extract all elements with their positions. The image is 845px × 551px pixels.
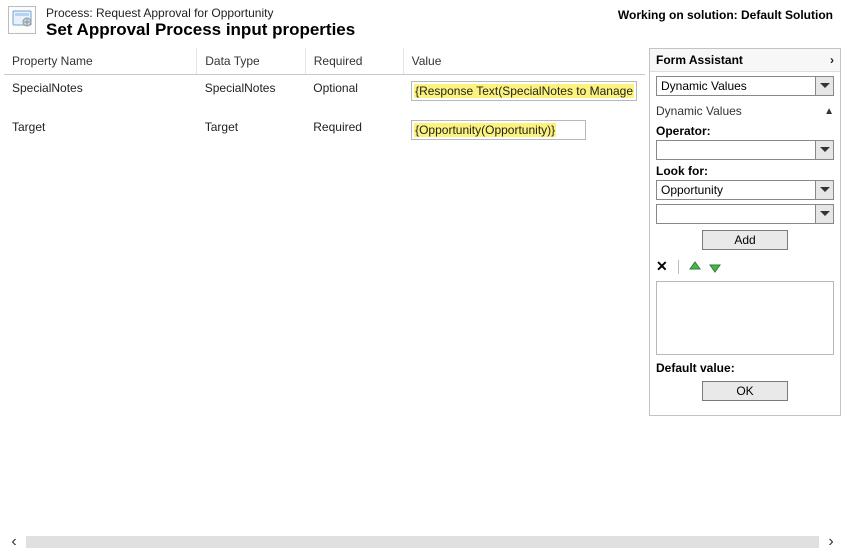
page-title: Set Approval Process input properties xyxy=(46,20,618,40)
process-breadcrumb: Process: Request Approval for Opportunit… xyxy=(46,6,618,20)
move-up-icon[interactable] xyxy=(689,261,701,273)
cell-required: Optional xyxy=(305,75,403,115)
chevron-down-icon xyxy=(815,77,833,95)
look-for-attribute-select[interactable] xyxy=(656,204,834,224)
ok-button[interactable]: OK xyxy=(702,381,788,401)
horizontal-scrollbar[interactable]: ‹ › xyxy=(0,533,845,551)
value-field-target[interactable]: {Opportunity(Opportunity)} xyxy=(411,120,586,140)
separator xyxy=(678,260,679,274)
working-on-solution: Working on solution: Default Solution xyxy=(618,6,837,22)
add-button[interactable]: Add xyxy=(702,230,788,250)
col-required[interactable]: Required xyxy=(305,48,403,75)
scroll-right-icon[interactable]: › xyxy=(823,533,839,551)
move-down-icon[interactable] xyxy=(709,261,721,273)
collapse-icon: ▲ xyxy=(824,106,834,117)
properties-table: Property Name Data Type Required Value S… xyxy=(4,48,645,153)
look-for-label: Look for: xyxy=(656,164,834,178)
dynamic-token: {Opportunity(Opportunity)} xyxy=(414,123,556,137)
cell-property-name: SpecialNotes xyxy=(4,75,197,115)
delete-icon[interactable]: ✕ xyxy=(656,258,668,275)
scrollbar-track[interactable] xyxy=(26,536,819,548)
cell-property-name: Target xyxy=(4,114,197,153)
selected-values-listbox[interactable] xyxy=(656,281,834,355)
chevron-down-icon xyxy=(815,205,833,223)
table-row[interactable]: Target Target Required {Opportunity(Oppo… xyxy=(4,114,645,153)
col-property-name[interactable]: Property Name xyxy=(4,48,197,75)
cell-data-type: SpecialNotes xyxy=(197,75,306,115)
section-title: Dynamic Values xyxy=(656,104,742,118)
table-row[interactable]: SpecialNotes SpecialNotes Optional {Resp… xyxy=(4,75,645,115)
assistant-mode-select[interactable]: Dynamic Values xyxy=(656,76,834,96)
value-field-specialnotes[interactable]: {Response Text(SpecialNotes to Manage xyxy=(411,81,637,101)
cell-data-type: Target xyxy=(197,114,306,153)
dynamic-values-section-header[interactable]: Dynamic Values ▲ xyxy=(656,100,834,120)
scroll-left-icon[interactable]: ‹ xyxy=(6,533,22,551)
operator-select[interactable] xyxy=(656,140,834,160)
look-for-entity-select[interactable]: Opportunity xyxy=(656,180,834,200)
look-for-entity-value: Opportunity xyxy=(657,183,815,197)
process-icon xyxy=(8,6,36,34)
assistant-mode-value: Dynamic Values xyxy=(657,79,815,93)
chevron-down-icon xyxy=(815,181,833,199)
chevron-right-icon[interactable]: › xyxy=(830,53,834,67)
col-data-type[interactable]: Data Type xyxy=(197,48,306,75)
col-value[interactable]: Value xyxy=(403,48,645,75)
properties-table-wrapper: Property Name Data Type Required Value S… xyxy=(4,48,645,153)
default-value-label: Default value: xyxy=(656,361,834,375)
form-assistant-panel: Form Assistant › Dynamic Values Dynamic … xyxy=(649,48,841,416)
chevron-down-icon xyxy=(815,141,833,159)
operator-label: Operator: xyxy=(656,124,834,138)
dynamic-token: {Response Text(SpecialNotes to Manage xyxy=(414,84,634,98)
form-assistant-title: Form Assistant xyxy=(656,53,743,67)
cell-required: Required xyxy=(305,114,403,153)
